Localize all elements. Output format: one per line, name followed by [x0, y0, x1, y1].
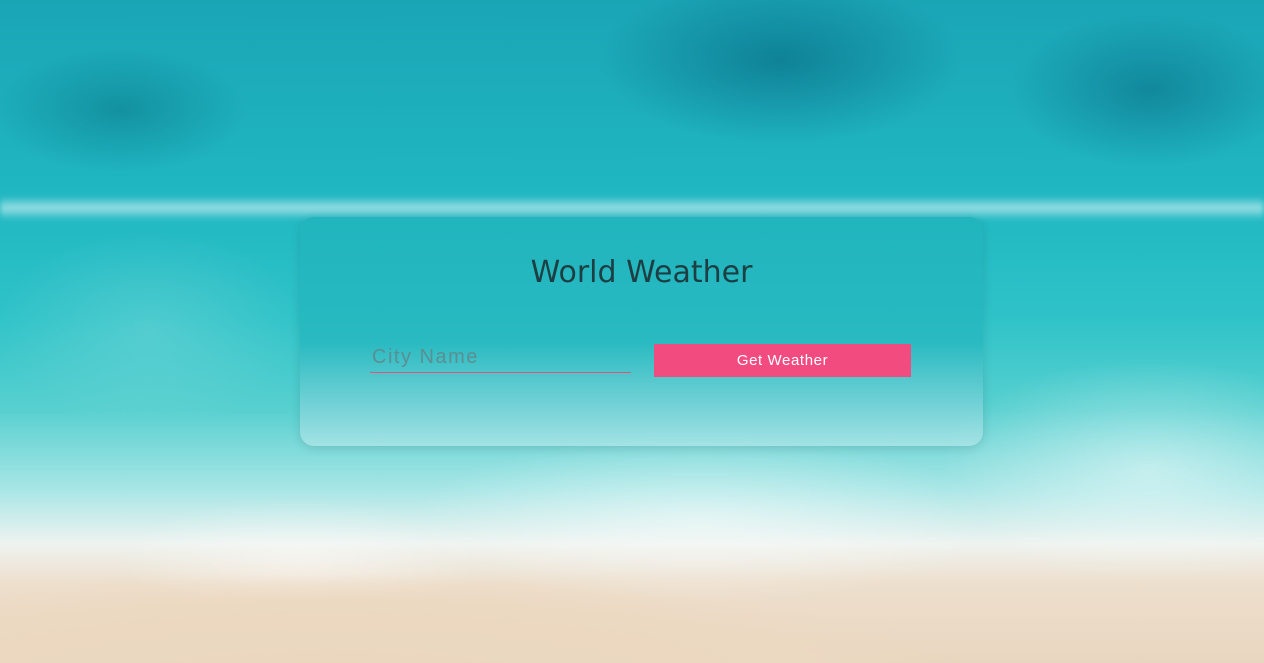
- page-title: World Weather: [530, 255, 753, 290]
- weather-card: World Weather Get Weather: [300, 217, 983, 446]
- city-name-input[interactable]: [370, 343, 631, 373]
- get-weather-button[interactable]: Get Weather: [654, 344, 911, 377]
